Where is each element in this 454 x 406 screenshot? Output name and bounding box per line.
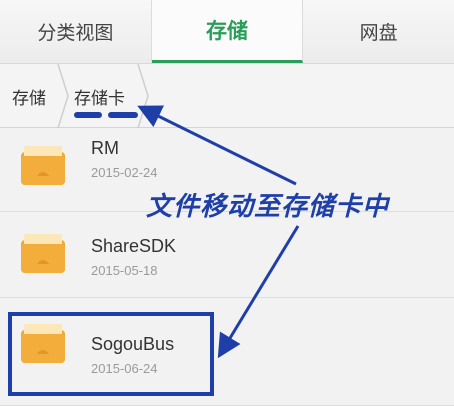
breadcrumb-separator-icon [137, 64, 149, 128]
tab-storage[interactable]: 存储 [151, 0, 304, 63]
annotation-underline-dash [74, 112, 102, 118]
folder-icon [21, 146, 65, 185]
file-name: RM [91, 138, 119, 158]
tab-category-view[interactable]: 分类视图 [0, 0, 152, 63]
breadcrumb-separator-icon [57, 64, 69, 128]
list-item[interactable]: ShareSDK 2015-05-18 [0, 212, 454, 298]
breadcrumb-sd-card[interactable]: 存储卡 [74, 64, 125, 128]
file-date: 2015-02-24 [91, 165, 158, 180]
annotation-highlight-box [8, 312, 214, 396]
breadcrumb-storage[interactable]: 存储 [12, 64, 46, 128]
file-name: ShareSDK [91, 236, 177, 256]
annotation-text: 文件移动至存储卡中 [146, 192, 390, 222]
file-manager-screen: 分类视图 存储 网盘 存储 存储卡 RM 2015-02-24 ShareSDK… [0, 0, 454, 406]
file-date: 2015-05-18 [91, 263, 158, 278]
annotation-underline-dash [108, 112, 138, 118]
folder-icon [21, 234, 65, 273]
tab-cloud-drive[interactable]: 网盘 [303, 0, 454, 63]
breadcrumb: 存储 存储卡 [0, 64, 454, 128]
tab-bar: 分类视图 存储 网盘 [0, 0, 454, 64]
